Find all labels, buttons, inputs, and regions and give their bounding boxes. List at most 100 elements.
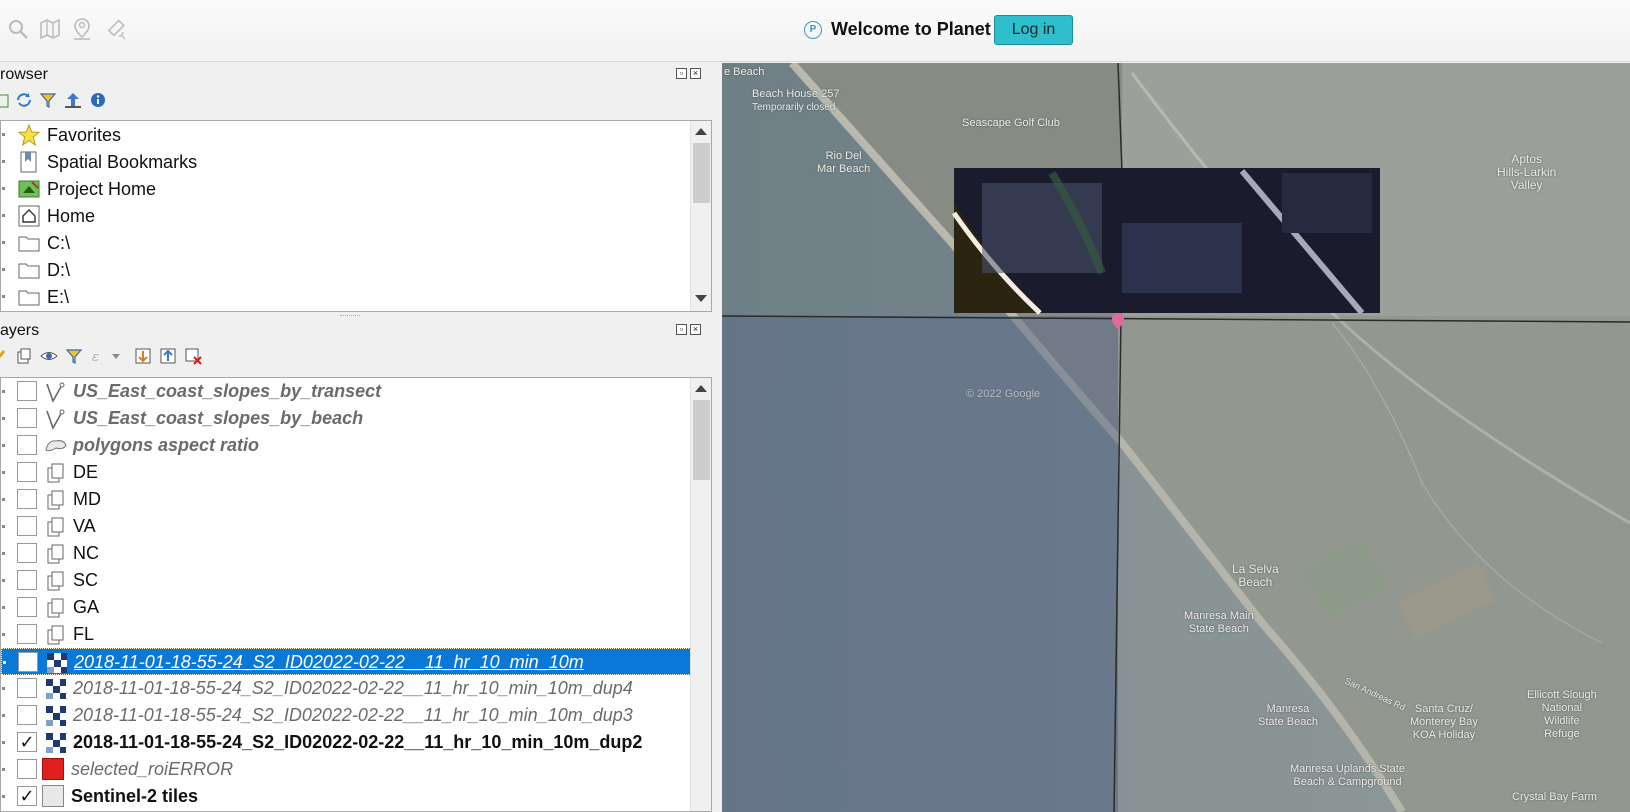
layer-item-selected[interactable]: 2018-11-01-18-55-24_S2_ID02022-02-22__11… [1,648,691,675]
map-label: Crystal Bay Farm [1512,791,1597,803]
info-icon[interactable] [89,91,107,109]
dock-splitter[interactable] [712,377,722,812]
map-icon[interactable] [38,17,62,41]
browser-item-favorites[interactable]: Favorites [1,122,691,149]
layer-checkbox-checked[interactable]: ✓ [17,732,37,752]
search-icon[interactable] [6,17,30,41]
layers-panel-title: ayers [0,322,40,339]
refresh-icon[interactable] [15,91,33,109]
scroll-up-icon[interactable] [695,128,707,135]
group-layer-icon [47,463,64,483]
panel-splitter[interactable] [340,315,360,317]
layer-checkbox[interactable] [17,489,37,509]
browser-item-project-home[interactable]: Project Home [1,176,691,203]
layer-checkbox[interactable] [17,408,37,428]
project-home-icon [18,180,40,198]
layer-checkbox[interactable] [17,516,37,536]
layer-item[interactable]: polygons aspect ratio [1,432,691,459]
planet-logo-icon: P [804,21,822,39]
map-label: Manresa State Beach [1258,703,1318,728]
layer-item[interactable]: US_East_coast_slopes_by_beach [1,405,691,432]
float-panel-icon[interactable]: ▫ [676,68,687,79]
browser-panel-title: rowser [0,66,49,83]
layer-checkbox[interactable] [17,570,37,590]
layer-checkbox[interactable] [17,597,37,617]
layer-item[interactable]: DE [1,459,691,486]
browser-item-spatial-bookmarks[interactable]: Spatial Bookmarks [1,149,691,176]
layer-checkbox[interactable] [17,624,37,644]
login-button[interactable]: Log in [994,15,1073,45]
filter-icon[interactable] [39,91,57,109]
browser-item-label: Home [47,206,96,226]
layers-scrollbar[interactable] [690,378,711,811]
map-label: e Beach [724,66,765,78]
collapse-icon[interactable] [64,91,82,109]
layer-checkbox[interactable] [18,652,38,672]
raster-layer-icon [46,706,66,726]
browser-item-drive-d[interactable]: D:\ [1,257,691,284]
chevron-down-icon[interactable] [110,347,122,365]
close-panel-icon[interactable]: × [690,68,701,79]
visibility-icon[interactable] [40,347,58,365]
user-pin-icon[interactable] [70,17,94,41]
layer-item[interactable]: SC [1,567,691,594]
browser-scrollbar[interactable] [690,121,711,311]
map-canvas[interactable]: Beach House 257 Temporarily closed Seasca… [722,63,1630,812]
scroll-up-icon[interactable] [695,385,707,392]
layer-label: 2018-11-01-18-55-24_S2_ID02022-02-22__11… [73,732,643,752]
layer-item[interactable]: ✓ 2018-11-01-18-55-24_S2_ID02022-02-22__… [1,729,691,756]
map-label: Manresa Uplands State Beach & Campground [1290,763,1405,788]
layer-checkbox[interactable] [17,705,37,725]
layer-item[interactable]: 2018-11-01-18-55-24_S2_ID02022-02-22__11… [1,702,691,729]
expand-all-icon[interactable] [134,347,152,365]
browser-tree[interactable]: Favorites Spatial Bookmarks Project Home… [0,120,712,312]
map-label: Manresa Main State Beach [1184,610,1254,635]
layers-tree[interactable]: US_East_coast_slopes_by_transect US_East… [0,377,712,812]
map-label: Ellicott Slough National Wildlife Refuge [1527,689,1597,740]
layer-checkbox[interactable] [17,759,37,779]
layer-item[interactable]: NC [1,540,691,567]
filter-icon[interactable] [65,347,83,365]
add-icon[interactable] [0,92,12,110]
scroll-thumb[interactable] [693,400,710,480]
group-layer-icon [47,490,64,510]
add-group-icon[interactable] [15,347,33,365]
layer-item[interactable]: VA [1,513,691,540]
dock-splitter[interactable] [712,63,722,377]
layer-item[interactable]: MD [1,486,691,513]
layer-checkbox-checked[interactable]: ✓ [17,786,37,806]
layer-checkbox[interactable] [17,462,37,482]
satellite-icon[interactable] [104,17,128,41]
expression-icon[interactable]: ε [90,347,108,365]
plugin-toolbar: P Welcome to Planet Log in [0,0,1630,62]
layer-checkbox[interactable] [17,435,37,455]
layer-item[interactable]: 2018-11-01-18-55-24_S2_ID02022-02-22__11… [1,675,691,702]
scroll-down-icon[interactable] [695,295,707,302]
layer-checkbox[interactable] [17,678,37,698]
raster-layer-icon [46,733,66,753]
browser-item-drive-e[interactable]: E:\ [1,284,691,311]
line-layer-icon [46,409,65,430]
layer-item[interactable]: US_East_coast_slopes_by_transect [1,378,691,405]
layer-checkbox[interactable] [17,381,37,401]
group-layer-icon [47,625,64,645]
map-label: La Selva Beach [1232,562,1279,589]
layer-item[interactable]: FL [1,621,691,648]
browser-item-drive-c[interactable]: C:\ [1,230,691,257]
layer-item[interactable]: selected_roiERROR [1,756,691,783]
remove-layer-icon[interactable] [184,347,202,365]
browser-item-label: Spatial Bookmarks [47,152,198,172]
layer-item[interactable]: GA [1,594,691,621]
browser-item-label: E:\ [47,287,70,307]
layer-checkbox[interactable] [17,543,37,563]
group-layer-icon [47,598,64,618]
browser-item-home[interactable]: Home [1,203,691,230]
layer-item[interactable]: ✓ Sentinel-2 tiles [1,783,691,810]
style-icon[interactable] [0,347,10,365]
layer-label: selected_roiERROR [71,759,234,779]
close-panel-icon[interactable]: × [690,324,701,335]
welcome-text: Welcome to Planet [831,19,991,39]
float-panel-icon[interactable]: ▫ [676,324,687,335]
collapse-all-icon[interactable] [159,347,177,365]
scroll-thumb[interactable] [693,143,710,203]
